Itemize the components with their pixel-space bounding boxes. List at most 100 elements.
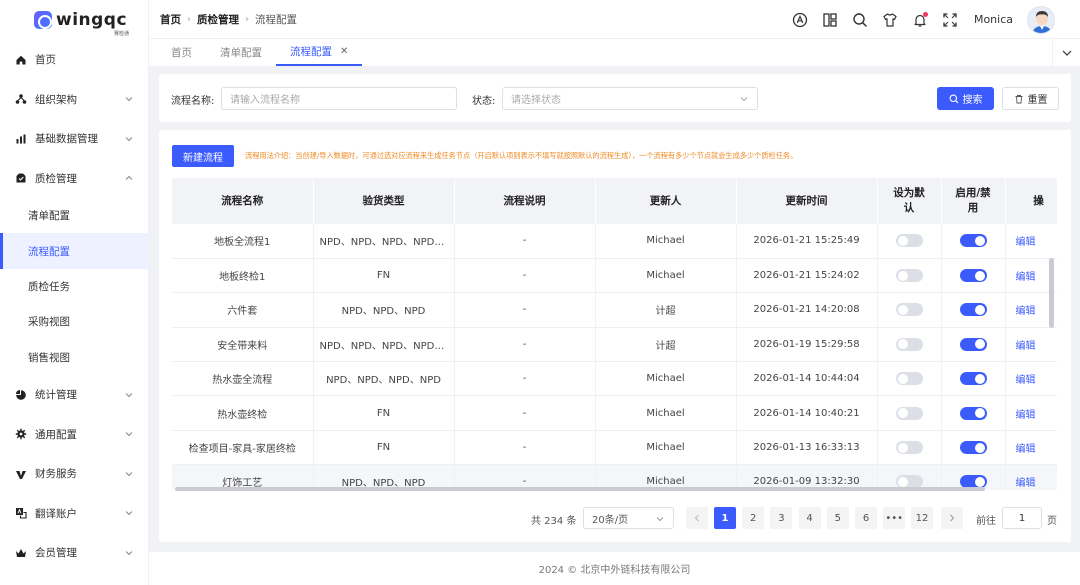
sidebar-subitem-3[interactable]: 采购视图 xyxy=(0,304,148,339)
page-size-select[interactable]: 20条/页 xyxy=(583,507,674,529)
edit-link[interactable]: 编辑 xyxy=(1016,410,1036,421)
column-header: 启用/禁用 xyxy=(941,178,1006,224)
edit-link[interactable]: 编辑 xyxy=(1016,478,1036,489)
chevron-up-icon xyxy=(125,176,133,181)
table-row[interactable]: 热水壶全流程 NPD、NPD、NPD、NPD - Michael 2026-01… xyxy=(172,361,1057,397)
horizontal-scrollbar[interactable] xyxy=(175,487,985,491)
sidebar-item-after-1[interactable]: 通用配置 xyxy=(0,414,148,454)
breadcrumb-current: 流程配置 xyxy=(255,13,297,26)
layout-icon[interactable] xyxy=(822,12,838,28)
table-row[interactable]: 热水壶终检 FN - Michael 2026-01-14 10:40:21 编… xyxy=(172,395,1057,431)
tab-label: 流程配置 xyxy=(290,45,332,58)
notification-bell-icon[interactable] xyxy=(912,11,928,28)
new-flow-button[interactable]: 新建流程 xyxy=(172,145,234,167)
gear-icon xyxy=(15,428,27,440)
sidebar-subitem-0[interactable]: 清单配置 xyxy=(0,198,148,233)
next-page-button[interactable] xyxy=(941,507,963,529)
edit-link[interactable]: 编辑 xyxy=(1016,237,1036,248)
tab-flow-config[interactable]: 流程配置 ✕ xyxy=(276,38,363,66)
enable-toggle[interactable] xyxy=(959,234,987,248)
sidebar-subitem-4[interactable]: 销售视图 xyxy=(0,340,148,375)
cell-default xyxy=(877,258,942,294)
theme-shirt-icon[interactable] xyxy=(882,12,898,28)
cell-update-time: 2026-01-13 16:33:13 xyxy=(736,430,878,466)
table-row[interactable]: 地板全流程1 NPD、NPD、NPD、NPD、NPD - Michael 202… xyxy=(172,224,1057,259)
cell-inspection-type: NPD、NPD、NPD、NPD xyxy=(313,361,455,397)
total-count: 共 234 条 xyxy=(531,516,577,527)
default-toggle[interactable] xyxy=(895,441,923,455)
sidebar-subitem-1[interactable]: 流程配置 xyxy=(0,233,148,269)
page-button[interactable]: 2 xyxy=(742,507,765,529)
sidebar-item-after-2[interactable]: 财务服务 xyxy=(0,454,148,494)
enable-toggle[interactable] xyxy=(959,269,987,283)
prev-page-button[interactable] xyxy=(686,507,708,529)
page-button[interactable]: 1 xyxy=(714,507,736,529)
status-select[interactable]: 请选择状态 xyxy=(502,87,758,110)
sidebar-subitem-2[interactable]: 质检任务 xyxy=(0,269,148,304)
chevron-down-icon xyxy=(656,517,664,522)
page-button[interactable]: 12 xyxy=(911,507,933,529)
breadcrumb-home[interactable]: 首页 xyxy=(160,12,181,27)
goto-page-input[interactable]: 1 xyxy=(1002,507,1042,529)
edit-link[interactable]: 编辑 xyxy=(1016,341,1036,352)
edit-link[interactable]: 编辑 xyxy=(1016,375,1036,386)
search-button[interactable]: 搜索 xyxy=(937,87,994,110)
edit-link[interactable]: 编辑 xyxy=(1016,306,1036,317)
column-header: 设为默认 xyxy=(877,178,942,224)
avatar[interactable] xyxy=(1027,5,1055,34)
breadcrumb-quality[interactable]: 质检管理 xyxy=(197,12,239,27)
search-icon[interactable] xyxy=(852,12,868,28)
pie-icon xyxy=(15,389,27,401)
vertical-scrollbar[interactable] xyxy=(1049,258,1054,328)
enable-toggle[interactable] xyxy=(959,406,987,420)
flow-name-input[interactable]: 请输入流程名称 xyxy=(221,87,457,110)
enable-toggle[interactable] xyxy=(959,372,987,386)
translate-icon[interactable] xyxy=(792,12,808,28)
search-button-label: 搜索 xyxy=(962,95,983,106)
sidebar-item-after-3[interactable]: 翻译账户 xyxy=(0,493,148,533)
username[interactable]: Monica xyxy=(974,13,1013,26)
cell-inspection-type: NPD、NPD、NPD xyxy=(313,292,455,328)
sidebar-item-3[interactable]: 质检管理 xyxy=(0,159,148,199)
cell-updater: Michael xyxy=(595,224,737,259)
tab-home[interactable]: 首页 xyxy=(157,38,206,66)
enable-toggle[interactable] xyxy=(959,337,987,351)
crown-icon xyxy=(15,547,27,559)
default-toggle[interactable] xyxy=(895,406,923,420)
fullscreen-icon[interactable] xyxy=(942,12,958,28)
table-row[interactable]: 检查项目-家具-家居终检 FN - Michael 2026-01-13 16:… xyxy=(172,430,1057,466)
reset-button[interactable]: 重置 xyxy=(1002,87,1059,110)
sidebar-item-0[interactable]: 首页 xyxy=(0,40,148,80)
sidebar-subitem-label: 采购视图 xyxy=(28,316,70,329)
tab-list-config[interactable]: 清单配置 xyxy=(206,38,276,66)
edit-link[interactable]: 编辑 xyxy=(1016,272,1036,283)
page-button[interactable]: 4 xyxy=(798,507,821,529)
page-button[interactable]: 6 xyxy=(855,507,877,529)
flow-name-placeholder: 请输入流程名称 xyxy=(230,95,300,106)
table-row[interactable]: 六件套 NPD、NPD、NPD - 计超 2026-01-21 14:20:08… xyxy=(172,292,1057,328)
default-toggle[interactable] xyxy=(895,269,923,283)
page-button[interactable]: 5 xyxy=(826,507,849,529)
sidebar-item-2[interactable]: 基础数据管理 xyxy=(0,119,148,159)
table-row[interactable]: 安全带来料 NPD、NPD、NPD、NPD、NPD - 计超 2026-01-1… xyxy=(172,327,1057,363)
default-toggle[interactable] xyxy=(895,337,923,351)
enable-toggle[interactable] xyxy=(959,303,987,317)
page-button[interactable]: ••• xyxy=(883,507,906,529)
sidebar-item-after-0[interactable]: 统计管理 xyxy=(0,375,148,415)
edit-link[interactable]: 编辑 xyxy=(1016,444,1036,455)
sidebar-item-1[interactable]: 组织架构 xyxy=(0,80,148,120)
search-icon xyxy=(949,94,958,103)
sidebar-item-after-4[interactable]: 会员管理 xyxy=(0,533,148,573)
cell-inspection-type: FN xyxy=(313,258,455,294)
logo: wingqc 赛检通 xyxy=(0,0,148,40)
table-row[interactable]: 地板终检1 FN - Michael 2026-01-21 15:24:02 编… xyxy=(172,258,1057,294)
default-toggle[interactable] xyxy=(895,234,923,248)
default-toggle[interactable] xyxy=(895,303,923,317)
enable-toggle[interactable] xyxy=(959,441,987,455)
cell-actions: 编辑 xyxy=(1005,327,1057,363)
tabs-dropdown-button[interactable] xyxy=(1052,39,1080,67)
sidebar-item-label: 财务服务 xyxy=(35,468,77,481)
close-icon[interactable]: ✕ xyxy=(340,46,348,57)
default-toggle[interactable] xyxy=(895,372,923,386)
page-button[interactable]: 3 xyxy=(770,507,793,529)
